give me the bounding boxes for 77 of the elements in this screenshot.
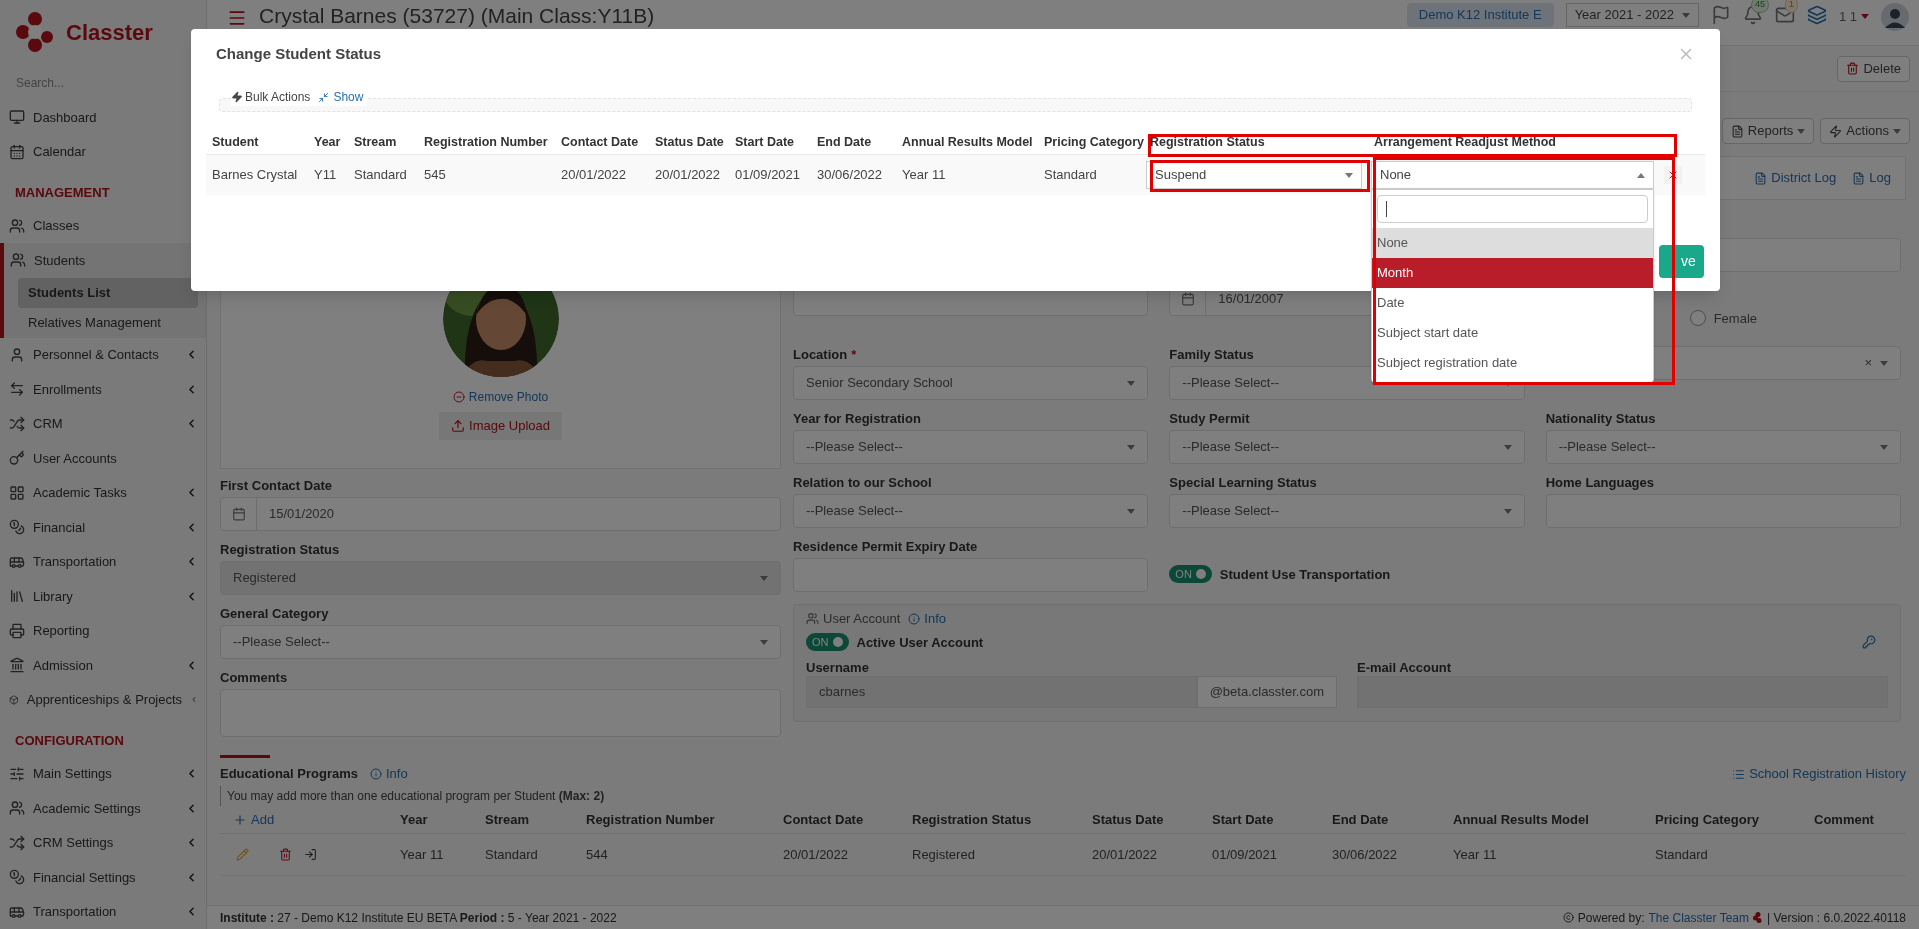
table-cell-text: Standard xyxy=(353,166,408,185)
column-header: Student xyxy=(211,133,260,151)
required-mark: * xyxy=(851,345,857,364)
field-label: Registration Status xyxy=(220,540,340,559)
column-header: Annual Results Model xyxy=(901,133,1034,151)
field-label: Comments xyxy=(220,668,288,687)
column-header: End Date xyxy=(816,133,873,151)
user-account-legend: User Account xyxy=(806,609,901,629)
table-cell-text: 20/01/2022 xyxy=(783,845,850,864)
modal-title: Change Student Status xyxy=(216,43,381,64)
section-title: Educational Programs xyxy=(220,765,358,784)
version-text: | Version : 6.0.2022.40118 xyxy=(1767,909,1906,927)
column-header: Registration Status xyxy=(1149,133,1266,151)
column-header: Comment xyxy=(1814,810,1875,829)
table-cell-text: Registered xyxy=(912,845,976,864)
column-header: Registration Number xyxy=(423,133,549,151)
field-label: General Category xyxy=(220,604,329,623)
table-cell-text: Standard xyxy=(1655,845,1709,864)
field-label: Residence Permit Expiry Date xyxy=(793,537,978,556)
column-header: Arrangement Readjust Method xyxy=(1373,133,1557,151)
column-header: Start Date xyxy=(1212,810,1275,829)
field-label: Location xyxy=(793,345,848,364)
column-header: Contact Date xyxy=(783,810,865,829)
section-heading: CONFIGURATION xyxy=(15,732,124,750)
note-text: You may add more than one educational program per Student (Max: 2) xyxy=(227,788,605,805)
column-header: Registration Number xyxy=(586,810,716,829)
field-label: Username xyxy=(806,659,870,676)
toggle-label: Student Use Transportation xyxy=(1219,565,1391,584)
field-label: E-mail Account xyxy=(1357,659,1453,676)
field-label: Home Languages xyxy=(1545,473,1654,492)
field-label: Year for Registration xyxy=(793,409,921,428)
table-cell-text: 30/06/2022 xyxy=(816,166,884,185)
bulk-actions-label: Bulk Actions xyxy=(231,88,311,106)
field-label: Family Status xyxy=(1169,345,1254,364)
column-header: Annual Results Model xyxy=(1453,810,1590,829)
section-heading: MANAGEMENT xyxy=(15,184,110,203)
table-cell-text: Year 11 xyxy=(1453,845,1498,864)
radio-label: Female xyxy=(1713,309,1757,328)
page-title: Crystal Barnes (53727) (Main Class:Y11B) xyxy=(259,3,655,29)
field-label: Relation to our School xyxy=(793,473,932,492)
table-cell-text: Year 11 xyxy=(901,166,947,185)
column-header: Status Date xyxy=(654,133,725,151)
message-badge: 1 xyxy=(1784,0,1798,13)
column-header: Year xyxy=(400,810,429,829)
column-header: Contact Date xyxy=(560,133,640,151)
domain-addon: @beta.classter.com xyxy=(1196,676,1337,708)
table-cell-text: 20/01/2022 xyxy=(654,166,722,185)
table-cell-text: Standard xyxy=(485,845,539,864)
table-cell-text: 544 xyxy=(586,845,609,864)
column-header: End Date xyxy=(1332,810,1390,829)
notification-badge: 45 xyxy=(1750,0,1769,13)
column-header: Year xyxy=(313,133,342,151)
toggle-label: Active User Account xyxy=(856,633,984,652)
table-cell-text: 01/09/2021 xyxy=(1212,845,1279,864)
table-cell-text: 30/06/2022 xyxy=(1332,845,1399,864)
table-cell-text: Year 11 xyxy=(400,845,445,864)
column-header: Start Date xyxy=(734,133,796,151)
column-header: Status Date xyxy=(1092,810,1165,829)
column-header: Pricing Category xyxy=(1043,133,1144,151)
table-cell-text: Barnes Crystal xyxy=(211,166,299,185)
column-header: Stream xyxy=(485,810,531,829)
field-label: Study Permit xyxy=(1169,409,1250,428)
powered-by-text: Powered by: xyxy=(1577,909,1645,927)
column-header: Registration Status xyxy=(912,810,1033,829)
table-cell-text: 01/09/2021 xyxy=(734,166,802,185)
table-cell-text: Standard xyxy=(1043,166,1098,185)
field-label: Nationality Status xyxy=(1545,409,1656,428)
table-cell-text: 20/01/2022 xyxy=(1092,845,1159,864)
footer-info: Institute : 27 - Demo K12 Institute EU BETA Period : 5 - Year 2021 - 2022 xyxy=(220,909,617,927)
column-header: Stream xyxy=(353,133,398,151)
column-header: Pricing Category xyxy=(1655,810,1761,829)
table-cell-text: Y11 xyxy=(313,166,338,185)
table-cell-text: 545 xyxy=(423,166,447,185)
field-label: Special Learning Status xyxy=(1169,473,1317,492)
table-cell-text: 20/01/2022 xyxy=(560,166,628,185)
brand-name: Classter xyxy=(66,18,153,47)
field-label: First Contact Date xyxy=(220,476,332,495)
